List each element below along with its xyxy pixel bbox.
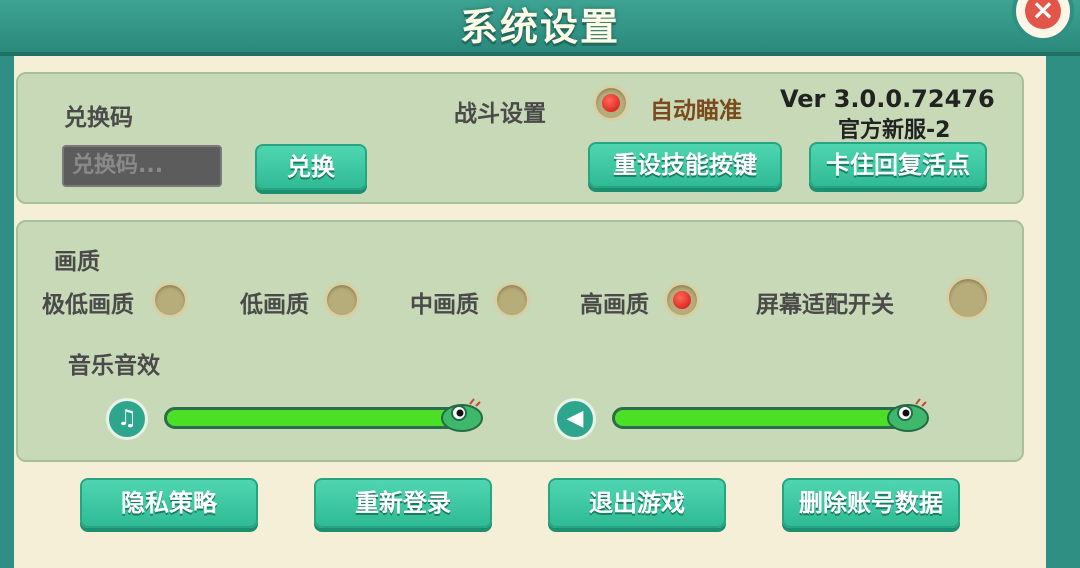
auto-aim-label: 自动瞄准 (650, 98, 742, 124)
redeem-input[interactable]: 兑换码... (62, 145, 222, 187)
quality-ultralow-radio[interactable] (152, 282, 188, 318)
close-icon: × (1031, 0, 1055, 26)
music-note-icon: ♫ (106, 398, 148, 440)
sfx-volume-slider[interactable] (612, 407, 912, 429)
sfx-slider-handle[interactable] (886, 398, 930, 432)
window-title: 系统设置 (459, 5, 620, 49)
quality-label: 画质 (54, 249, 100, 275)
quality-option-label: 高画质 (580, 292, 649, 318)
redeem-button[interactable]: 兑换 (255, 144, 367, 190)
music-slider-handle[interactable] (440, 398, 484, 432)
quality-high-radio[interactable] (664, 282, 700, 318)
screen-fit-toggle[interactable] (946, 276, 990, 320)
privacy-policy-button[interactable]: 隐私策略 (80, 478, 258, 528)
quality-option-label: 低画质 (240, 292, 309, 318)
stuck-recover-button[interactable]: 卡住回复活点 (809, 142, 987, 188)
music-volume-slider[interactable] (164, 407, 464, 429)
version-text: Ver 3.0.0.72476 (780, 85, 995, 113)
title-bar: 系统设置 (0, 0, 1080, 56)
speaker-icon: ◀ (554, 398, 596, 440)
auto-aim-toggle[interactable] (593, 85, 629, 121)
left-border (0, 56, 14, 568)
audio-label: 音乐音效 (68, 353, 160, 379)
quality-medium-radio[interactable] (494, 282, 530, 318)
reset-skill-keys-button[interactable]: 重设技能按键 (588, 142, 782, 188)
relogin-button[interactable]: 重新登录 (314, 478, 492, 528)
battle-settings-label: 战斗设置 (454, 101, 546, 127)
screen-fit-label: 屏幕适配开关 (756, 292, 894, 318)
settings-window: 系统设置 × 兑换码 兑换码... 兑换 战斗设置 自动瞄准 Ver 3.0.0… (0, 0, 1080, 568)
quality-low-radio[interactable] (324, 282, 360, 318)
redeem-label: 兑换码 (64, 105, 133, 131)
quality-option-label: 中画质 (410, 292, 479, 318)
server-name: 官方新服-2 (838, 118, 951, 143)
quality-option-label: 极低画质 (42, 292, 134, 318)
delete-account-data-button[interactable]: 删除账号数据 (782, 478, 960, 528)
right-border (1046, 56, 1080, 568)
exit-game-button[interactable]: 退出游戏 (548, 478, 726, 528)
